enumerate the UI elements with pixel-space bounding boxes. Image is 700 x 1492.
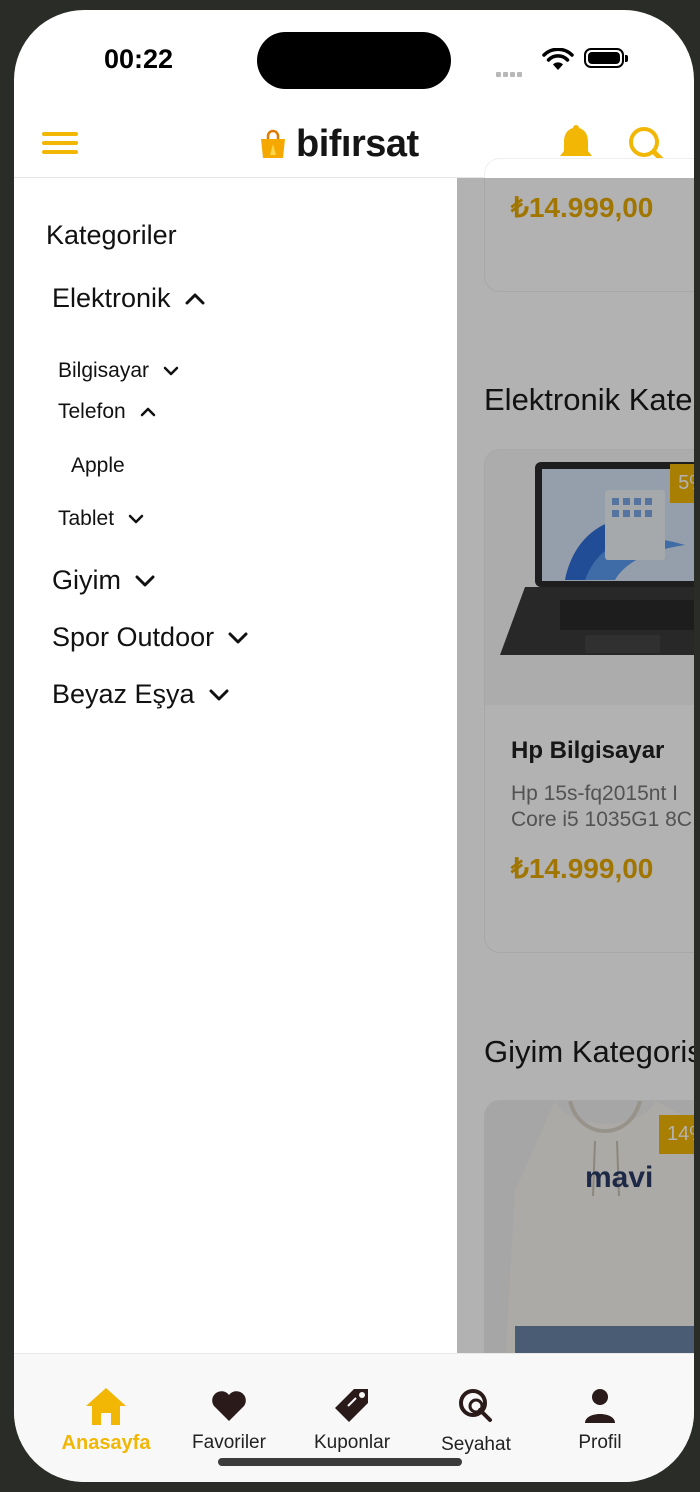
- chevron-up-icon: [140, 407, 155, 417]
- tab-label: Kuponlar: [313, 1432, 391, 1453]
- category-label: Bilgisayar: [58, 359, 150, 382]
- device-frame: 00:22 bifırsat ₺14.999,00 Elektronik Kat…: [0, 0, 700, 1492]
- status-bar: 00:22: [14, 10, 694, 110]
- tab-kuponlar[interactable]: Kuponlar: [292, 1384, 412, 1454]
- chevron-down-icon: [163, 366, 179, 376]
- category-label: Telefon: [58, 400, 126, 423]
- tab-favoriler[interactable]: Favoriler: [169, 1384, 289, 1454]
- tab-anasayfa[interactable]: Anasayfa: [46, 1384, 166, 1455]
- category-label: Tablet: [58, 507, 115, 530]
- battery-icon: [584, 48, 628, 68]
- category-label: Beyaz Eşya: [52, 679, 195, 709]
- category-drawer: Kategoriler Elektronik Bilgisayar Telefo…: [14, 178, 457, 1353]
- category-item-beyaz-esya[interactable]: Beyaz Eşya: [52, 679, 229, 710]
- chevron-down-icon: [128, 514, 144, 524]
- shopping-bag-icon: [261, 129, 285, 158]
- wifi-icon: [542, 48, 574, 70]
- dynamic-island: [257, 32, 451, 89]
- category-label: Giyim: [52, 565, 121, 595]
- cellular-signal-icon: [496, 64, 524, 82]
- category-item-elektronik[interactable]: Elektronik: [52, 283, 205, 314]
- status-time: 00:22: [104, 44, 174, 74]
- category-item-spor-outdoor[interactable]: Spor Outdoor: [52, 622, 248, 653]
- tab-seyahat[interactable]: Seyahat: [416, 1384, 536, 1456]
- home-indicator[interactable]: [218, 1458, 462, 1466]
- category-label: Spor Outdoor: [52, 622, 215, 652]
- chevron-up-icon: [185, 293, 205, 304]
- tab-label: Seyahat: [441, 1434, 511, 1455]
- screen: 00:22 bifırsat ₺14.999,00 Elektronik Kat…: [14, 10, 694, 1482]
- tab-label: Profil: [578, 1432, 622, 1453]
- chevron-down-icon: [209, 689, 229, 700]
- tab-label: Favoriler: [192, 1432, 266, 1453]
- logo-text: bifırsat: [296, 122, 419, 165]
- travel-search-icon: [459, 1389, 492, 1422]
- person-icon: [585, 1389, 615, 1423]
- chevron-down-icon: [228, 632, 248, 643]
- category-item-bilgisayar[interactable]: Bilgisayar: [58, 359, 179, 383]
- hamburger-menu-icon[interactable]: [42, 132, 78, 158]
- category-item-giyim[interactable]: Giyim: [52, 565, 155, 596]
- tag-icon: [335, 1389, 368, 1422]
- home-icon: [86, 1388, 126, 1425]
- drawer-title: Kategoriler: [46, 220, 177, 250]
- tab-label: Anasayfa: [61, 1432, 151, 1454]
- category-label: Apple: [71, 454, 125, 477]
- heart-icon: [212, 1391, 246, 1421]
- category-item-tablet[interactable]: Tablet: [58, 507, 144, 531]
- category-item-apple[interactable]: Apple: [71, 454, 125, 478]
- chevron-down-icon: [135, 575, 155, 586]
- category-label: Elektronik: [52, 283, 171, 313]
- category-item-telefon[interactable]: Telefon: [58, 400, 156, 424]
- tab-profil[interactable]: Profil: [540, 1384, 660, 1454]
- app-logo: bifırsat: [258, 120, 419, 168]
